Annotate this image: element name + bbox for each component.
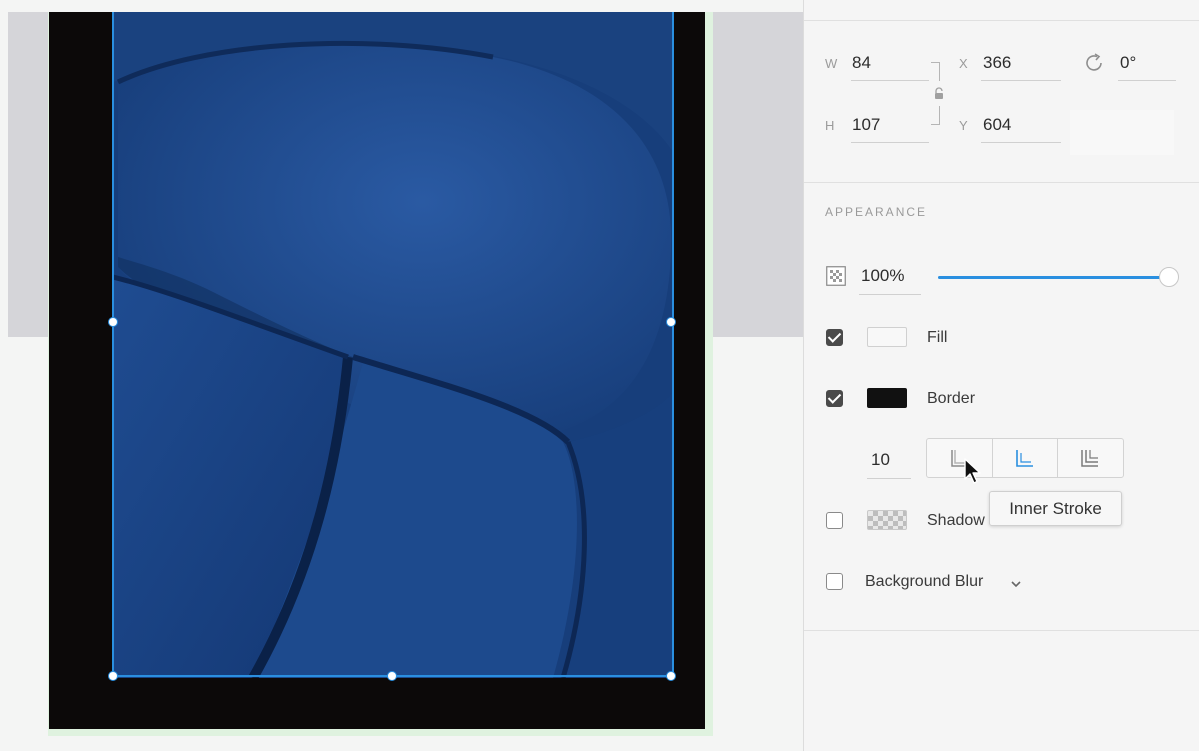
border-checkbox[interactable] (826, 390, 843, 407)
border-width-underline (867, 478, 911, 479)
shadow-checkbox[interactable] (826, 512, 843, 529)
rotate-icon (1083, 52, 1105, 79)
background-blur-label[interactable]: Background Blur (865, 573, 983, 591)
y-field[interactable]: 604 (983, 115, 1011, 135)
background-blur-checkbox[interactable] (826, 573, 843, 590)
border-width-field[interactable]: 10 (871, 450, 890, 470)
center-stroke-icon (1080, 449, 1100, 474)
rotation-field[interactable]: 0° (1120, 53, 1136, 73)
lock-bracket-top (931, 62, 940, 81)
x-field[interactable]: 366 (983, 53, 1011, 73)
y-underline (981, 142, 1061, 143)
width-underline (851, 80, 929, 81)
inner-stroke-button[interactable] (992, 438, 1058, 478)
selection-bounds (112, 12, 674, 677)
lock-bracket-bottom (931, 106, 940, 125)
border-label: Border (927, 390, 976, 407)
x-underline (981, 80, 1061, 81)
opacity-icon (826, 266, 846, 291)
empty-slot (1070, 110, 1174, 155)
panel-top-divider (804, 20, 1199, 21)
resize-handle-bottom[interactable] (387, 671, 397, 681)
height-field[interactable]: 107 (852, 115, 880, 135)
fill-color-swatch[interactable] (867, 327, 907, 347)
fill-label: Fill (927, 329, 948, 346)
rotation-underline (1118, 80, 1176, 81)
lock-icon[interactable] (933, 87, 945, 106)
appearance-divider (804, 630, 1199, 631)
height-label: H (825, 118, 835, 133)
design-canvas[interactable] (0, 0, 803, 751)
opacity-underline (859, 294, 921, 295)
opacity-slider-thumb[interactable] (1159, 267, 1179, 287)
resize-handle-right[interactable] (666, 317, 676, 327)
shadow-color-swatch[interactable] (867, 510, 907, 530)
chevron-down-icon[interactable] (1010, 577, 1022, 595)
shadow-label: Shadow (927, 512, 985, 529)
property-inspector: W 84 H 107 X 366 Y 604 0° APPEARANCE 100… (803, 0, 1199, 751)
width-field[interactable]: 84 (852, 53, 871, 73)
inner-stroke-icon (1015, 449, 1035, 474)
cursor-icon (963, 458, 983, 491)
inner-stroke-tooltip: Inner Stroke (989, 491, 1122, 526)
resize-handle-bottom-right[interactable] (666, 671, 676, 681)
opacity-field[interactable]: 100% (861, 266, 904, 286)
width-label: W (825, 56, 838, 71)
center-stroke-button[interactable] (1057, 438, 1124, 478)
x-label: X (959, 56, 968, 71)
fill-checkbox[interactable] (826, 329, 843, 346)
appearance-title: APPEARANCE (825, 205, 928, 219)
transform-divider (804, 182, 1199, 183)
y-label: Y (959, 118, 968, 133)
border-color-swatch[interactable] (867, 388, 907, 408)
resize-handle-left[interactable] (108, 317, 118, 327)
resize-handle-bottom-left[interactable] (108, 671, 118, 681)
opacity-slider-track[interactable] (938, 276, 1168, 279)
tooltip-text: Inner Stroke (1009, 498, 1102, 518)
height-underline (851, 142, 929, 143)
